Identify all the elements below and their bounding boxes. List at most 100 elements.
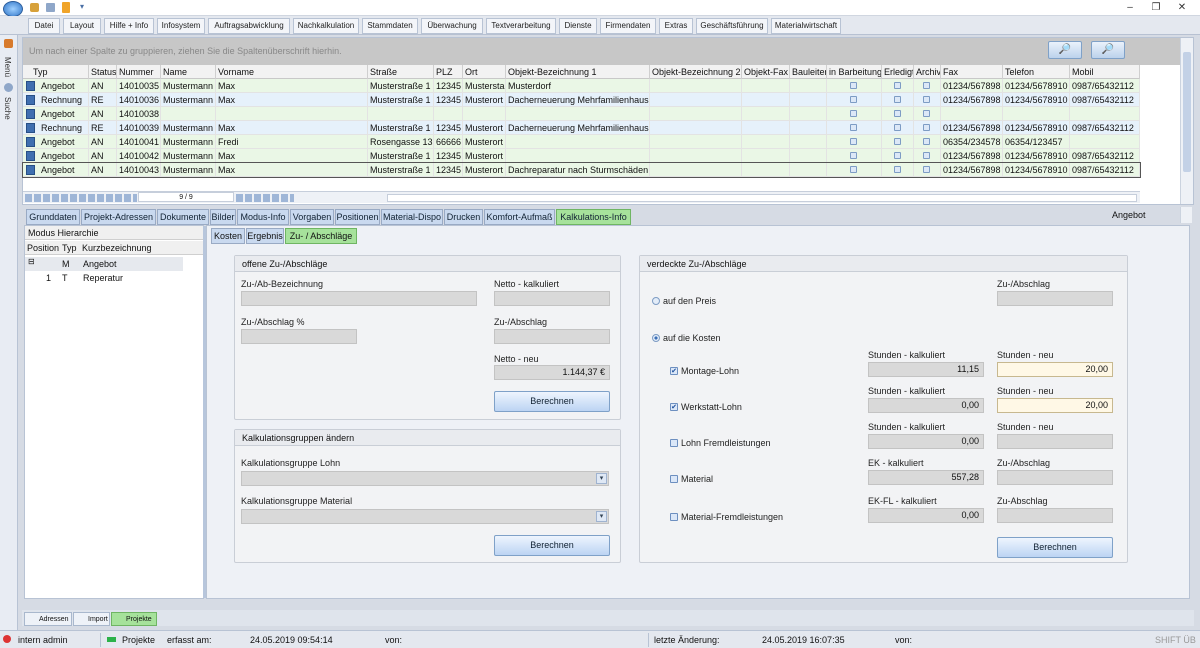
hcol-typ[interactable]: Typ <box>62 241 77 255</box>
checkbox[interactable] <box>850 166 857 173</box>
cell-bauleiter[interactable] <box>790 107 827 121</box>
verdeckt-item-label[interactable]: Material-Fremdleistungen <box>681 512 783 522</box>
cell-status[interactable]: AN <box>89 107 117 121</box>
menu-hilfe[interactable]: Hilfe + Info <box>104 18 154 34</box>
module-tab-adressen[interactable]: Adressen <box>24 612 72 626</box>
cell-obj2[interactable] <box>650 107 742 121</box>
neu-field[interactable] <box>997 434 1113 449</box>
cell-bauleiter[interactable] <box>790 121 827 135</box>
cell-arch[interactable] <box>914 93 941 107</box>
berechnen-offene-button[interactable]: Berechnen <box>494 391 610 412</box>
cell-mobil[interactable] <box>1070 107 1140 121</box>
cell-name[interactable]: Mustermann <box>161 121 216 135</box>
cell-obj2[interactable] <box>650 149 742 163</box>
cell-name[interactable]: Mustermann <box>161 79 216 93</box>
checkbox-3[interactable] <box>670 475 678 483</box>
cell-bauleiter[interactable] <box>790 149 827 163</box>
col-archiv[interactable]: Archiv <box>914 65 941 79</box>
cell-bearb[interactable] <box>827 79 882 93</box>
tab-komfort-aufmass[interactable]: Komfort-Aufmaß <box>484 209 555 225</box>
cell-bauleiter[interactable] <box>790 163 827 177</box>
menu-materialwirtschaft[interactable]: Materialwirtschaft <box>771 18 841 34</box>
table-row[interactable]: Angebot AN 14010041 Mustermann Fredi Rosengas… <box>23 135 1140 149</box>
tab-positionen[interactable]: Positionen <box>335 209 380 225</box>
berechnen-kgruppen-button[interactable]: Berechnen <box>494 535 610 556</box>
checkbox[interactable] <box>923 96 930 103</box>
hcol-position[interactable]: Position <box>27 241 59 255</box>
col-mobil[interactable]: Mobil <box>1070 65 1140 79</box>
menu-datei[interactable]: Datei <box>28 18 60 34</box>
cell-plz[interactable]: 66666 <box>434 135 463 149</box>
menu-nachkalkulation[interactable]: Nachkalkulation <box>293 18 359 34</box>
checkbox[interactable] <box>923 166 930 173</box>
cell-obj2[interactable] <box>650 93 742 107</box>
tab-vorgaben[interactable]: Vorgaben <box>290 209 334 225</box>
menu-dienste[interactable]: Dienste <box>559 18 597 34</box>
neu-field[interactable]: 20,00 <box>997 398 1113 413</box>
cell-nr[interactable]: 14010036 <box>117 93 161 107</box>
cell-vorname[interactable]: Max <box>216 163 368 177</box>
cell-plz[interactable]: 12345 <box>434 93 463 107</box>
cell-erl[interactable] <box>882 93 914 107</box>
sidebar-menu-label[interactable]: Menü <box>3 57 12 77</box>
col-ort[interactable]: Ort <box>463 65 506 79</box>
checkbox-4[interactable] <box>670 513 678 521</box>
cell-typ[interactable]: Angebot <box>23 107 89 121</box>
cell-vorname[interactable]: Max <box>216 121 368 135</box>
cell-obj2[interactable] <box>650 163 742 177</box>
cell-bearb[interactable] <box>827 135 882 149</box>
verdeckt-item-label[interactable]: Lohn Fremdleistungen <box>681 438 771 448</box>
cell-vorname[interactable]: Max <box>216 93 368 107</box>
cell-mobil[interactable]: 0987/65432112 <box>1070 163 1140 177</box>
dropdown-arrow-icon[interactable]: ▾ <box>80 2 84 11</box>
detail-scrollbar[interactable] <box>1180 207 1192 223</box>
col-fax[interactable]: Fax <box>941 65 1003 79</box>
zuab-field[interactable] <box>494 329 610 344</box>
tab-dokumente[interactable]: Dokumente <box>157 209 209 225</box>
cell-ort[interactable]: Musterort <box>463 163 506 177</box>
cell-mobil[interactable] <box>1070 135 1140 149</box>
table-row[interactable]: Angebot AN 14010042 Mustermann Max Musterstra… <box>23 149 1140 163</box>
cell-ort[interactable]: Mustersta <box>463 79 506 93</box>
col-obj1[interactable]: Objekt-Bezeichnung 1 <box>506 65 650 79</box>
cell-name[interactable]: Mustermann <box>161 163 216 177</box>
cell-plz[interactable] <box>434 107 463 121</box>
cell-fax[interactable]: 01234/567898 <box>941 121 1003 135</box>
cell-strasse[interactable]: Musterstraße 1 <box>368 163 434 177</box>
checkbox[interactable] <box>850 152 857 159</box>
cell-tel[interactable]: 01234/5678910 <box>1003 149 1070 163</box>
cell-vorname[interactable]: Max <box>216 149 368 163</box>
menu-pin-icon[interactable] <box>4 39 13 48</box>
cell-ort[interactable]: Musterort <box>463 135 506 149</box>
bez-field[interactable] <box>241 291 477 306</box>
quick-access-icon[interactable] <box>30 3 39 12</box>
table-row[interactable]: Rechnung RE 14010036 Mustermann Max Musterstr… <box>23 93 1140 107</box>
table-row[interactable]: Angebot AN 14010043 Mustermann Max Musterstra… <box>22 162 1141 178</box>
checkbox[interactable] <box>923 138 930 145</box>
cell-obj2[interactable] <box>650 79 742 93</box>
cell-strasse[interactable]: Musterstraße 1 <box>368 79 434 93</box>
subtab-kosten[interactable]: Kosten <box>211 228 245 244</box>
cell-tel[interactable] <box>1003 107 1070 121</box>
cell-bearb[interactable] <box>827 163 882 177</box>
col-strasse[interactable]: Straße <box>368 65 434 79</box>
cell-mobil[interactable]: 0987/65432112 <box>1070 79 1140 93</box>
menu-ueberwachung[interactable]: Überwachung <box>421 18 483 34</box>
cell-typ[interactable]: Rechnung <box>23 121 89 135</box>
cell-typ[interactable]: Angebot <box>23 149 89 163</box>
menu-geschaeftsfuehrung[interactable]: Geschäftsführung <box>696 18 768 34</box>
cell-plz[interactable]: 12345 <box>434 149 463 163</box>
checkbox[interactable] <box>923 152 930 159</box>
hierarchy-row[interactable]: 1 T Reperatur <box>25 271 183 285</box>
checkbox[interactable] <box>894 96 901 103</box>
app-logo-icon[interactable] <box>3 1 23 17</box>
cell-vorname[interactable]: Fredi <box>216 135 368 149</box>
neu-field[interactable] <box>997 508 1113 523</box>
lohn-select[interactable]: ▾ <box>241 471 609 486</box>
module-tab-import[interactable]: Import <box>73 612 110 626</box>
cell-fax[interactable]: 01234/567898 <box>941 149 1003 163</box>
cell-ort[interactable] <box>463 107 506 121</box>
neu-field[interactable]: 20,00 <box>997 362 1113 377</box>
cell-nr[interactable]: 14010039 <box>117 121 161 135</box>
cell-ort[interactable]: Musterort <box>463 121 506 135</box>
